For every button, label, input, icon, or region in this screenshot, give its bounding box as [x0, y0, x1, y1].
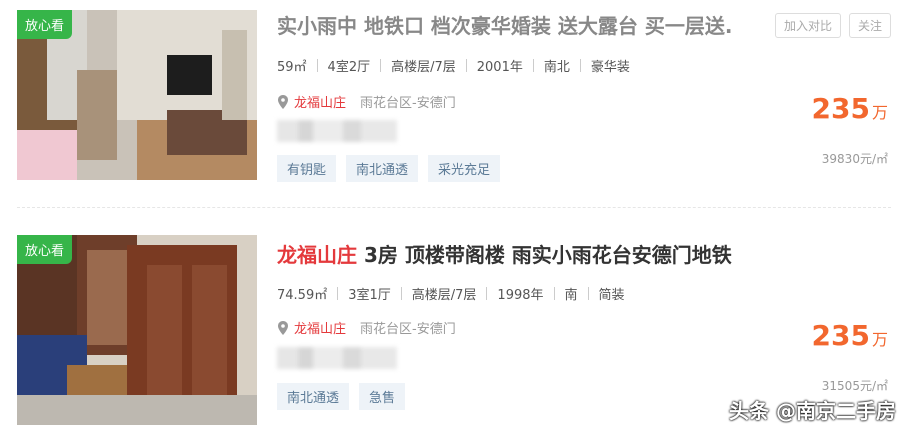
listing-meta: 74.59㎡ 3室1厅 高楼层/7层 1998年 南 简装 — [277, 284, 625, 303]
feature-tag: 采光充足 — [428, 155, 501, 182]
district-label: 雨花台区-安德门 — [360, 96, 456, 111]
meta-divider — [337, 287, 339, 300]
feature-tag: 南北通透 — [346, 155, 419, 182]
title-highlight: 龙福山庄 — [277, 243, 357, 267]
meta-divider — [316, 59, 318, 72]
blurred-info — [277, 120, 397, 142]
listing-title-text: 3房 顶楼带阁楼 雨实小雨花台安德门地铁 — [357, 243, 732, 267]
trust-badge: 放心看 — [17, 235, 73, 264]
trust-badge: 放心看 — [17, 10, 73, 39]
decoration: 简装 — [598, 288, 625, 303]
meta-divider — [587, 287, 589, 300]
decoration: 豪华装 — [590, 60, 630, 75]
listing-title[interactable]: 实小雨中 地铁口 档次豪华婚装 送大露台 买一层送. — [277, 10, 767, 39]
listing-actions: 加入对比 关注 — [774, 13, 891, 38]
total-price: 235 万 — [812, 92, 888, 125]
price-unit: 万 — [871, 103, 888, 122]
follow-button[interactable]: 关注 — [848, 13, 891, 38]
unit-price: 31505元/㎡ — [821, 379, 888, 393]
meta-divider — [380, 59, 382, 72]
listing-location: 龙福山庄 雨花台区-安德门 — [277, 92, 456, 111]
location-pin-icon — [278, 94, 288, 109]
feature-tag: 急售 — [359, 383, 406, 410]
listing-title-text: 实小雨中 地铁口 档次豪华婚装 送大露台 买一层送. — [277, 14, 733, 38]
tag-list: 南北通透 急售 — [277, 383, 406, 410]
build-year: 2001年 — [476, 60, 523, 75]
meta-divider — [553, 287, 555, 300]
area: 59㎡ — [277, 60, 307, 75]
add-compare-button[interactable]: 加入对比 — [774, 13, 841, 38]
listing-location: 龙福山庄 雨花台区-安德门 — [277, 318, 456, 337]
meta-divider — [486, 287, 488, 300]
listing-meta: 59㎡ 4室2厅 高楼层/7层 2001年 南北 豪华装 — [277, 56, 630, 75]
price-unit: 万 — [871, 330, 888, 349]
feature-tag: 有钥匙 — [277, 155, 337, 182]
layout: 3室1厅 — [348, 288, 391, 303]
listing-title[interactable]: 龙福山庄 3房 顶楼带阁楼 雨实小雨花台安德门地铁 — [277, 239, 817, 268]
listing-photo[interactable]: 放心看 — [17, 10, 257, 180]
meta-divider — [532, 59, 534, 72]
total-price: 235 万 — [812, 319, 888, 352]
watermark: 头条 @南京二手房 — [729, 399, 896, 423]
meta-divider — [579, 59, 581, 72]
area: 74.59㎡ — [277, 288, 328, 303]
tag-list: 有钥匙 南北通透 采光充足 — [277, 155, 501, 182]
price-value: 235 — [811, 319, 870, 352]
orientation: 南北 — [543, 60, 570, 75]
layout: 4室2厅 — [327, 60, 371, 75]
floor: 高楼层/7层 — [391, 60, 456, 75]
orientation: 南 — [564, 288, 578, 303]
unit-price: 39830元/㎡ — [821, 152, 888, 166]
estate-link[interactable]: 龙福山庄 — [294, 318, 346, 337]
listing-card[interactable]: 放心看 实小雨中 地铁口 档次豪华婚装 送大露台 买一层送. 加入对比 关注 5… — [0, 0, 908, 205]
listing-photo[interactable]: 放心看 — [17, 235, 257, 425]
floor: 高楼层/7层 — [411, 288, 477, 303]
price-value: 235 — [811, 92, 870, 125]
blurred-info — [277, 347, 397, 369]
feature-tag: 南北通透 — [277, 383, 350, 410]
meta-divider — [465, 59, 467, 72]
location-pin-icon — [278, 320, 288, 335]
estate-link[interactable]: 龙福山庄 — [294, 92, 346, 111]
build-year: 1998年 — [497, 288, 544, 303]
listing-divider — [17, 207, 891, 208]
meta-divider — [400, 287, 402, 300]
district-label: 雨花台区-安德门 — [360, 322, 456, 337]
